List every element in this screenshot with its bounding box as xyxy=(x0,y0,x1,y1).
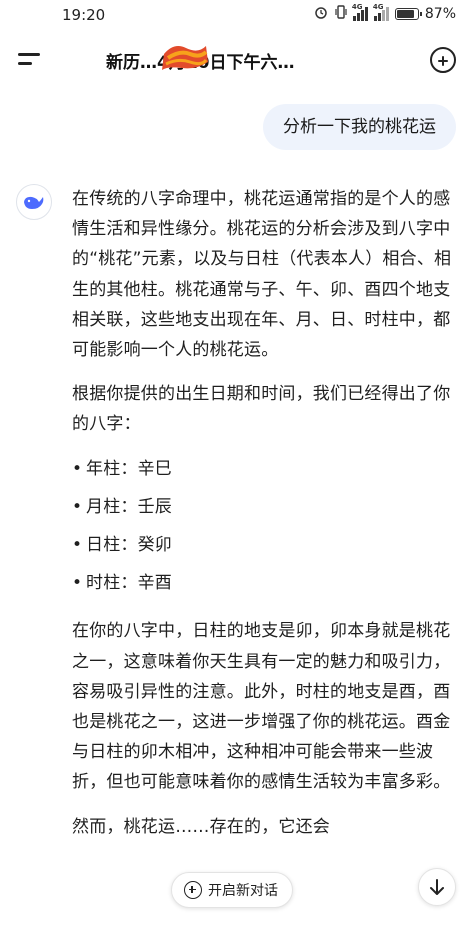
status-time: 19:20 xyxy=(62,6,106,24)
battery-icon xyxy=(394,7,422,20)
signal-icon-2: 4G xyxy=(373,3,389,21)
status-icons: 4G 4G 87% xyxy=(313,3,456,22)
plus-circle-icon xyxy=(184,881,202,899)
assistant-answer: 在传统的八字命理中，桃花运通常指的是个人的感情生活和异性缘分。桃花运的分析会涉及… xyxy=(72,184,464,856)
battery-text: 87% xyxy=(424,5,456,22)
new-chat-label: 开启新对话 xyxy=(208,883,278,899)
user-message-bubble: 分析一下我的桃花运 xyxy=(263,104,456,150)
answer-paragraph-4: 然而，桃花运……存在的，它还会 xyxy=(72,816,330,837)
list-item: 时柱：辛酉 xyxy=(72,568,464,598)
alarm-icon xyxy=(313,5,329,22)
menu-icon[interactable] xyxy=(18,49,42,71)
list-item: 年柱：辛巳 xyxy=(72,454,464,484)
chat-header: 新历…4月10日下午六… xyxy=(0,36,474,84)
status-bar: 19:20 4G 4G 87% xyxy=(0,0,474,32)
list-item: 日柱：癸卯 xyxy=(72,530,464,560)
new-chat-button[interactable]: 开启新对话 xyxy=(171,872,293,908)
bazi-list: 年柱：辛巳 月柱：壬辰 日柱：癸卯 时柱：辛酉 xyxy=(72,454,464,599)
chat-title[interactable]: 新历…4月10日下午六… xyxy=(106,48,366,73)
whale-logo-icon xyxy=(16,184,52,220)
battery-fill xyxy=(396,9,415,18)
answer-paragraph-2: 根据你提供的出生日期和时间，我们已经得出了你的八字： xyxy=(72,384,451,435)
redaction-scribble xyxy=(162,46,208,70)
list-item: 月柱：壬辰 xyxy=(72,492,464,522)
answer-paragraph-1: 在传统的八字命理中，桃花运通常指的是个人的感情生活和异性缘分。桃花运的分析会涉及… xyxy=(72,189,452,361)
new-chat-icon[interactable] xyxy=(430,47,456,73)
signal-icon: 4G xyxy=(352,3,368,21)
arrow-down-icon[interactable] xyxy=(418,868,456,906)
vibrate-icon xyxy=(335,5,347,22)
answer-paragraph-3: 在你的八字中，日柱的地支是卯，卯本身就是桃花之一，这意味着你天生具有一定的魅力和… xyxy=(72,621,451,793)
